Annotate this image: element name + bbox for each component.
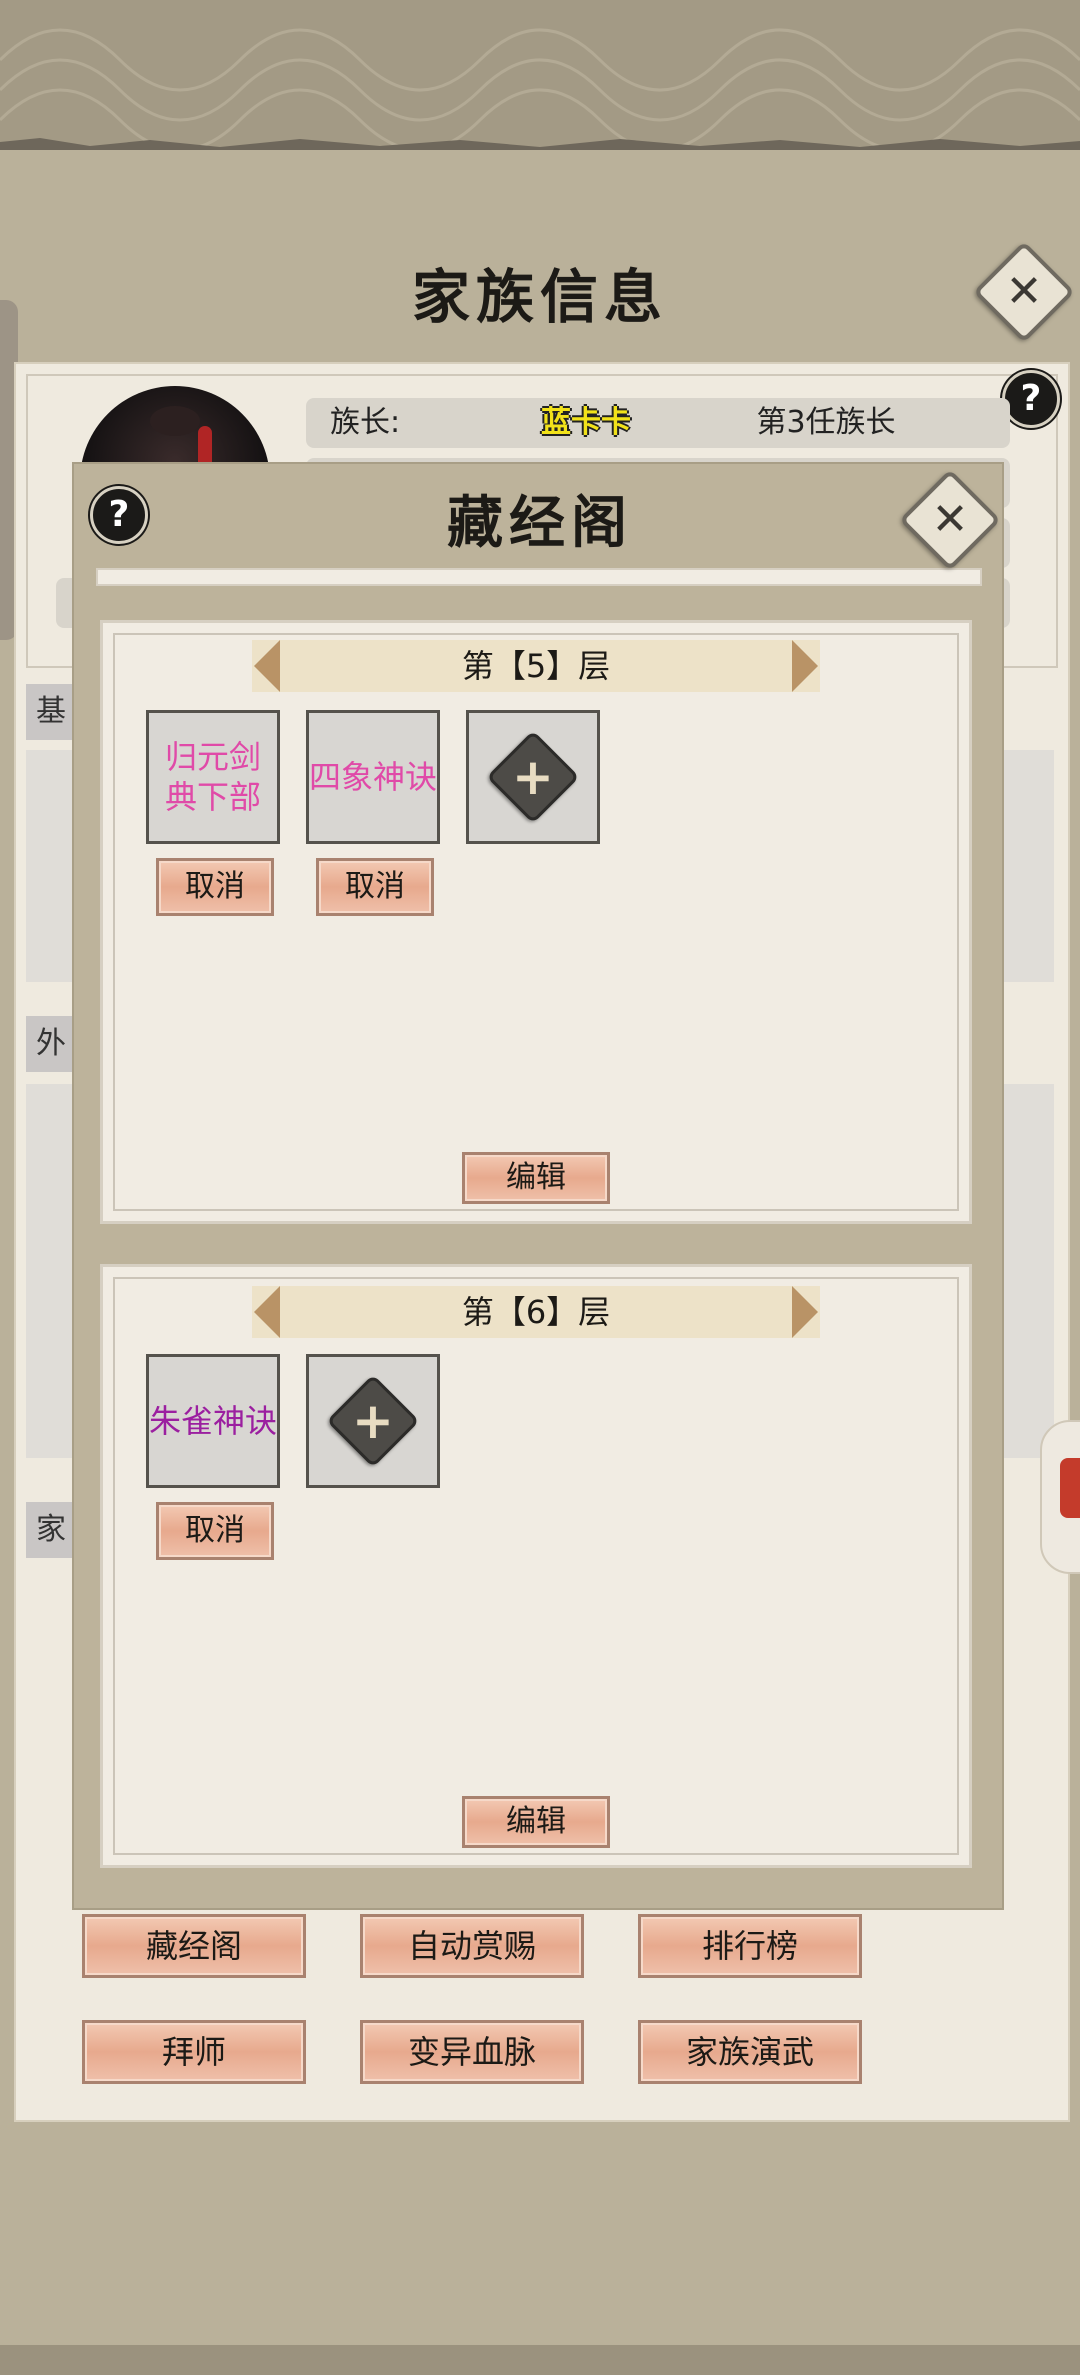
chevron-right-icon[interactable]	[792, 1286, 818, 1338]
technique-name: 四象神诀	[309, 758, 438, 796]
dialog-header-strip	[96, 568, 982, 586]
technique-slot[interactable]: 朱雀神诀	[146, 1354, 280, 1488]
cancel-button[interactable]: 取消	[156, 1502, 274, 1560]
leader-generation: 第3任族长	[756, 405, 896, 440]
plus-icon: +	[486, 730, 580, 824]
close-icon: ✕	[931, 494, 969, 545]
help-icon: ?	[108, 494, 130, 535]
bottom-decoration-band	[0, 2345, 1080, 2375]
chevron-left-icon[interactable]	[254, 640, 280, 692]
page-title: 家族信息	[411, 263, 668, 331]
technique-slot[interactable]: 四象神诀	[306, 710, 440, 844]
edit-button[interactable]: 编辑	[462, 1796, 610, 1848]
top-decoration-band	[0, 0, 1080, 150]
leader-info-bar: 族长: 蓝卡卡 第3任族长	[306, 398, 1010, 448]
technique-name: 朱雀神诀	[149, 1402, 278, 1440]
plus-icon: +	[326, 1374, 420, 1468]
add-technique-slot[interactable]: +	[466, 710, 600, 844]
chevron-right-icon[interactable]	[792, 640, 818, 692]
dialog-help-button[interactable]: ?	[90, 486, 148, 544]
cancel-button[interactable]: 取消	[316, 858, 434, 916]
floor-banner-6: 第【6】层	[252, 1286, 820, 1338]
help-icon: ?	[1020, 378, 1042, 419]
mutated-bloodline-button[interactable]: 变异血脉	[360, 2020, 584, 2084]
dialog-title: 藏经阁	[447, 490, 633, 556]
family-martial-drill-button[interactable]: 家族演武	[638, 2020, 862, 2084]
close-icon: ✕	[1005, 266, 1043, 317]
technique-slot[interactable]: 归元剑典下部	[146, 710, 280, 844]
side-float-button[interactable]	[1040, 1420, 1080, 1574]
leader-name[interactable]: 蓝卡卡	[506, 398, 666, 448]
ranking-button[interactable]: 排行榜	[638, 1914, 862, 1978]
apprentice-button[interactable]: 拜师	[82, 2020, 306, 2084]
cancel-button[interactable]: 取消	[156, 858, 274, 916]
floor-banner-5: 第【5】层	[252, 640, 820, 692]
auto-reward-button[interactable]: 自动赏赐	[360, 1914, 584, 1978]
page-close-button[interactable]: ✕	[973, 241, 1075, 343]
chevron-left-icon[interactable]	[254, 1286, 280, 1338]
technique-name: 归元剑典下部	[164, 738, 261, 816]
add-technique-slot[interactable]: +	[306, 1354, 440, 1488]
scripture-pavilion-button[interactable]: 藏经阁	[82, 1914, 306, 1978]
help-button[interactable]: ?	[1002, 370, 1060, 428]
leader-label: 族长:	[330, 405, 401, 440]
edit-button[interactable]: 编辑	[462, 1152, 610, 1204]
